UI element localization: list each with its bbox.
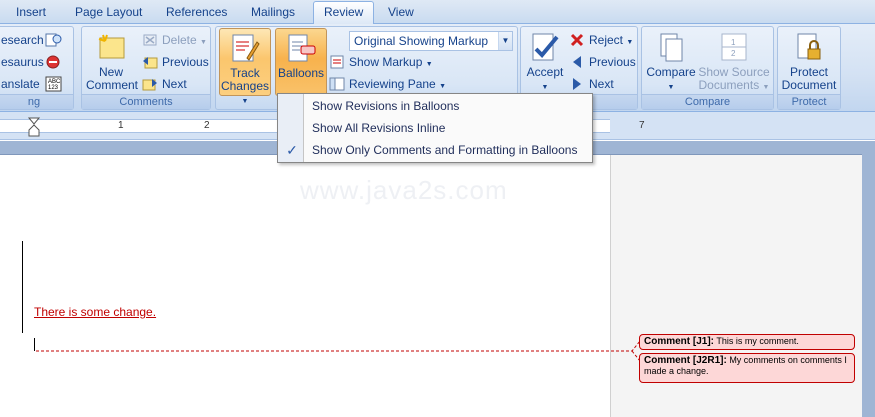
display-for-review-value: Original Showing Markup: [354, 34, 489, 48]
track-changes-button[interactable]: Track Changes ▼: [219, 28, 271, 105]
word-count-icon: ABC 123: [45, 76, 63, 95]
show-source-documents-icon: 12: [718, 31, 750, 63]
comment-ref: Comment [J1]:: [644, 336, 715, 347]
show-source-documents-button[interactable]: 12 Show Source Documents ▼: [698, 31, 770, 94]
protect-group-label: Protect: [778, 94, 840, 109]
svg-text:1: 1: [731, 38, 736, 47]
menu-item-show-all-revisions-inline[interactable]: Show All Revisions Inline: [278, 117, 592, 139]
accept-label: Accept: [526, 65, 564, 79]
next-comment-button[interactable]: Next: [142, 74, 187, 94]
balloons-button[interactable]: Balloons: [275, 28, 327, 96]
comments-group: New Comment Delete ▼ Previous Next Comme…: [81, 26, 211, 110]
checkmark-icon: ✓: [286, 142, 298, 158]
menu-item-show-revisions-in-balloons[interactable]: Show Revisions in Balloons: [278, 95, 592, 117]
comments-group-label: Comments: [82, 94, 210, 109]
ribbon-tab-bar: Insert Page Layout References Mailings R…: [0, 0, 875, 25]
track-changes-label: Track Changes: [220, 66, 270, 93]
reviewing-pane-icon: [329, 76, 345, 92]
comment-balloon[interactable]: Comment [J1]: This is my comment.: [639, 334, 855, 350]
research-icon: [45, 32, 63, 51]
research-label: esearch: [1, 33, 44, 47]
delete-comment-icon: [142, 32, 158, 48]
indent-marker-icon[interactable]: [27, 117, 41, 140]
previous-label: Previous: [162, 55, 209, 69]
thesaurus-button[interactable]: esaurus: [1, 52, 44, 72]
tab-view[interactable]: View: [388, 4, 414, 24]
compare-icon: [655, 31, 687, 63]
next-change-button[interactable]: Next: [569, 74, 614, 94]
accept-icon: [529, 31, 561, 63]
previous-change-icon: [569, 54, 585, 70]
svg-text:123: 123: [48, 85, 59, 91]
menu-item-show-only-comments-formatting[interactable]: ✓ Show Only Comments and Formatting in B…: [278, 139, 592, 161]
balloons-menu: Show Revisions in Balloons Show All Revi…: [277, 93, 593, 163]
menu-item-label: Show All Revisions Inline: [312, 121, 446, 135]
compare-group: Compare ▼ 12 Show Source Documents ▼ Comp…: [641, 26, 774, 110]
tab-mailings[interactable]: Mailings: [251, 4, 295, 24]
next-change-label: Next: [589, 77, 614, 91]
svg-text:2: 2: [731, 49, 736, 58]
protect-group: Protect Document Protect: [777, 26, 841, 110]
lock-icon: [793, 31, 825, 63]
show-source-documents-label: Show Source Documents: [698, 65, 770, 92]
ruler-number: 1: [118, 120, 124, 131]
proofing-group: esearch esaurus anslate ABC 123 ng: [0, 26, 74, 110]
new-comment-icon: [95, 31, 127, 63]
next-change-icon: [569, 76, 585, 92]
proofing-group-label: ng: [0, 94, 73, 109]
protect-document-label: Protect Document: [781, 65, 837, 92]
accept-button[interactable]: Accept ▼: [523, 31, 567, 94]
reject-icon: [569, 32, 585, 48]
ruler-number: 2: [204, 120, 210, 131]
show-markup-button[interactable]: Show Markup ▼: [329, 52, 433, 72]
comment-ref: Comment [J2R1]:: [644, 355, 727, 366]
tab-page-layout[interactable]: Page Layout: [75, 4, 142, 24]
show-markup-label: Show Markup: [349, 55, 423, 69]
new-comment-label: New Comment: [86, 65, 139, 92]
previous-change-button[interactable]: Previous: [569, 52, 636, 72]
ruler-number: 7: [639, 120, 645, 131]
document-area[interactable]: www.java2s.com There is some change. Com…: [0, 141, 875, 417]
reject-button[interactable]: Reject ▼: [569, 30, 633, 50]
research-button[interactable]: esearch: [1, 30, 44, 50]
translate-label: anslate: [1, 77, 40, 91]
menu-item-label: Show Revisions in Balloons: [312, 99, 460, 113]
compare-group-label: Compare: [642, 94, 773, 109]
balloons-label: Balloons: [277, 66, 325, 80]
comment-text: This is my comment.: [716, 336, 799, 346]
delete-label: Delete: [162, 33, 197, 47]
comment-balloon[interactable]: Comment [J2R1]: My comments on comments …: [639, 353, 855, 383]
chevron-down-icon[interactable]: ▼: [498, 32, 512, 50]
compare-button[interactable]: Compare ▼: [644, 31, 698, 94]
delete-comment-button[interactable]: Delete ▼: [142, 30, 207, 50]
next-comment-icon: [142, 76, 158, 92]
new-comment-button[interactable]: New Comment: [86, 31, 139, 92]
display-for-review-dropdown[interactable]: Original Showing Markup ▼: [349, 31, 513, 51]
menu-item-label: Show Only Comments and Formatting in Bal…: [312, 143, 578, 157]
compare-label: Compare: [646, 65, 696, 79]
reviewing-pane-label: Reviewing Pane: [349, 77, 436, 91]
thesaurus-icon: [45, 54, 63, 73]
previous-change-label: Previous: [589, 55, 636, 69]
track-changes-icon: [229, 32, 261, 64]
reject-label: Reject: [589, 33, 624, 47]
translate-button[interactable]: anslate: [1, 74, 40, 94]
previous-comment-icon: [142, 54, 158, 70]
reviewing-pane-button[interactable]: Reviewing Pane ▼: [329, 74, 446, 94]
balloons-icon: [285, 32, 317, 64]
tab-references[interactable]: References: [166, 4, 227, 24]
next-label: Next: [162, 77, 187, 91]
tab-insert[interactable]: Insert: [16, 4, 46, 24]
thesaurus-label: esaurus: [1, 55, 44, 69]
show-markup-icon: [329, 54, 345, 70]
document-page[interactable]: www.java2s.com There is some change. Com…: [0, 154, 862, 417]
protect-document-button[interactable]: Protect Document: [780, 31, 838, 92]
previous-comment-button[interactable]: Previous: [142, 52, 209, 72]
tab-review[interactable]: Review: [313, 1, 375, 25]
